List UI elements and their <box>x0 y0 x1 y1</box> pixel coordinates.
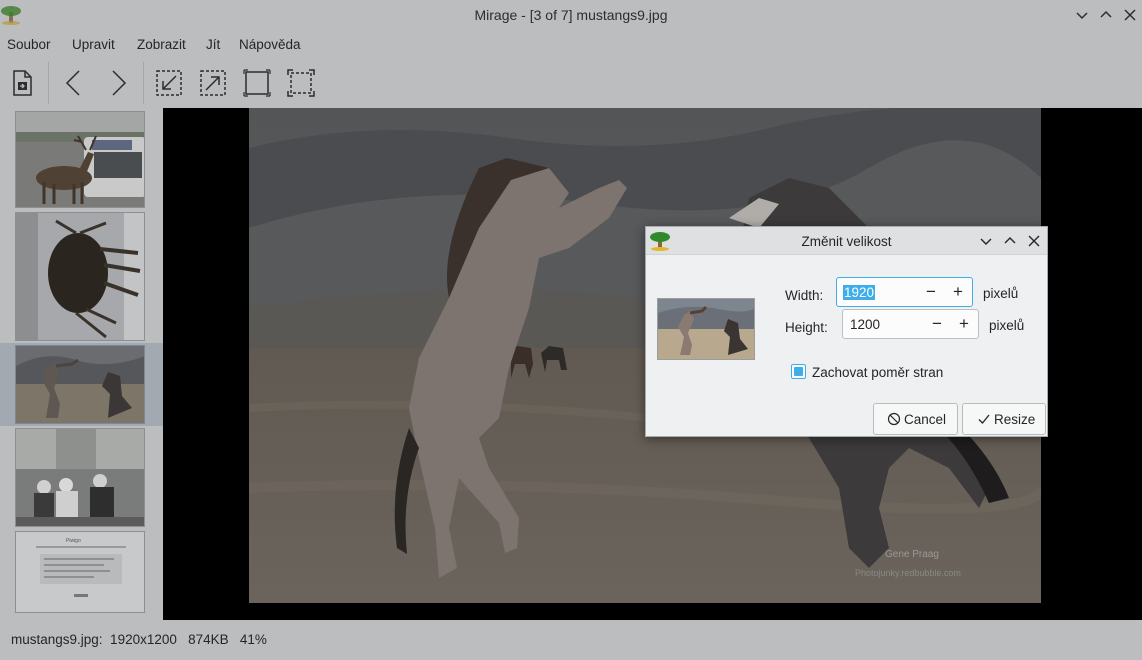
watermark-url: Photojunky.redbubble.com <box>855 568 961 578</box>
image-preview <box>657 298 755 360</box>
menu-upravit[interactable]: Upravit <box>72 37 115 52</box>
maximize-icon[interactable] <box>1096 5 1116 25</box>
height-increment-icon[interactable]: + <box>954 314 974 334</box>
width-label: Width: <box>785 288 824 303</box>
height-label: Height: <box>785 320 828 335</box>
menu-bar: Soubor Upravit Zobrazit Jít Nápověda <box>0 30 1142 58</box>
resize-dialog: Změnit velikost Width: 1920 − + pixelů H… <box>645 226 1048 437</box>
thumbnail-item-selected[interactable] <box>15 345 145 424</box>
height-decrement-icon[interactable]: − <box>927 314 947 334</box>
cancel-button-label: Cancel <box>904 412 947 427</box>
dialog-maximize-icon[interactable] <box>1000 231 1020 251</box>
height-value[interactable]: 1200 <box>850 317 880 332</box>
resize-button[interactable]: Resize <box>962 403 1046 435</box>
width-decrement-icon[interactable]: − <box>921 282 941 302</box>
width-spinbox[interactable]: 1920 − + <box>836 277 973 307</box>
window-titlebar: Mirage - [3 of 7] mustangs9.jpg <box>0 0 1142 30</box>
checkmark-icon <box>977 412 991 426</box>
status-bar: mustangs9.jpg: 1920x1200 874KB 41% <box>0 620 1142 660</box>
menu-napoveda[interactable]: Nápověda <box>239 37 301 52</box>
close-icon[interactable] <box>1120 5 1140 25</box>
width-unit-label: pixelů <box>983 286 1019 301</box>
menu-zobrazit[interactable]: Zobrazit <box>137 37 186 52</box>
next-icon[interactable] <box>103 68 133 98</box>
dialog-close-icon[interactable] <box>1024 231 1044 251</box>
minimize-icon[interactable] <box>1072 5 1092 25</box>
zoom-fit-icon[interactable] <box>242 68 272 98</box>
cancel-button[interactable]: Cancel <box>873 403 958 435</box>
cancel-icon <box>887 412 901 426</box>
thumbnail-item[interactable] <box>15 111 145 208</box>
thumbnail-item[interactable]: Piwigo <box>15 531 145 613</box>
toolbar-separator <box>143 62 144 104</box>
zoom-in-icon[interactable] <box>154 68 184 98</box>
window-title: Mirage - [3 of 7] mustangs9.jpg <box>474 7 668 23</box>
open-file-icon[interactable] <box>9 68 39 98</box>
thumbnail-item[interactable] <box>15 212 145 341</box>
watermark-author: Gene Praag <box>885 549 939 560</box>
height-unit-label: pixelů <box>989 318 1025 333</box>
toolbar <box>0 58 1142 108</box>
keep-ratio-label[interactable]: Zachovat poměr stran <box>812 365 943 380</box>
menu-soubor[interactable]: Soubor <box>7 37 51 52</box>
width-increment-icon[interactable]: + <box>948 282 968 302</box>
toolbar-separator <box>48 62 49 104</box>
resize-button-label: Resize <box>994 412 1036 427</box>
thumbnail-item[interactable] <box>15 428 145 527</box>
dialog-minimize-icon[interactable] <box>976 231 996 251</box>
height-spinbox[interactable]: 1200 − + <box>842 309 979 339</box>
status-text: mustangs9.jpg: 1920x1200 874KB 41% <box>11 632 267 647</box>
zoom-100-icon[interactable] <box>286 68 316 98</box>
thumbnail-panel[interactable]: Piwigo <box>0 108 163 620</box>
width-value[interactable]: 1920 <box>843 285 876 300</box>
dialog-titlebar: Změnit velikost <box>646 227 1047 255</box>
zoom-out-icon[interactable] <box>198 68 228 98</box>
menu-jit[interactable]: Jít <box>206 37 220 52</box>
checkbox-check-icon <box>794 367 803 376</box>
keep-ratio-checkbox[interactable] <box>791 364 806 379</box>
prev-icon[interactable] <box>59 68 89 98</box>
